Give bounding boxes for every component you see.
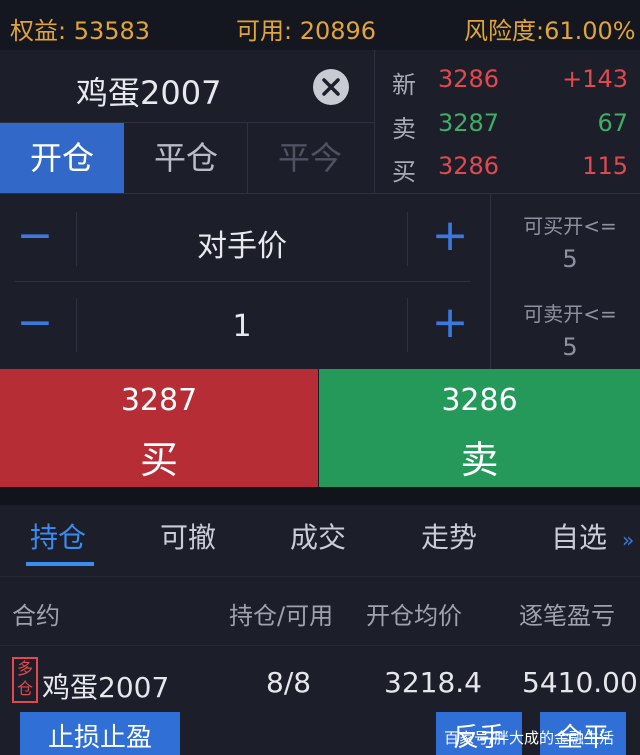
quote-price: 3287 <box>438 109 500 137</box>
risk-ratio-text: 风险度:61.00% <box>464 17 636 45</box>
divider <box>0 576 640 577</box>
row-contract[interactable]: 鸡蛋2007 <box>42 666 169 706</box>
divider <box>0 193 640 194</box>
can-buy-label: 可买开<= <box>523 214 617 238</box>
equity-text: 权益: 53583 <box>10 17 151 45</box>
divider <box>76 212 77 266</box>
tab-positions[interactable]: 持仓 <box>30 516 86 556</box>
quote-label: 买 <box>392 158 416 186</box>
quote-bid-row: 买 3286 115 <box>392 146 628 186</box>
quantity-decrease-button[interactable]: − <box>5 297 65 348</box>
long-position-badge: 多仓 <box>12 657 38 703</box>
account-summary-bar: 权益: 53583 可用: 20896 风险度:61.00% <box>0 0 640 50</box>
price-increase-button[interactable]: + <box>420 210 480 261</box>
active-tab-indicator <box>26 562 94 566</box>
tab-chart[interactable]: 走势 <box>421 516 477 556</box>
row-avg-price: 3218.4 <box>384 666 482 699</box>
buy-button[interactable]: 3287 买 <box>0 369 318 487</box>
can-sell-label: 可卖开<= <box>523 302 617 326</box>
tab-watchlist[interactable]: 自选 <box>551 516 607 556</box>
quote-price: 3286 <box>438 152 500 180</box>
watermark-text: 百家号/胖大成的金融生活 <box>444 729 615 747</box>
section-separator <box>0 487 640 505</box>
quote-last-row: 新 3286 +143 <box>392 59 628 99</box>
header-position: 持仓/可用 <box>229 602 334 630</box>
buy-label: 买 <box>139 438 178 482</box>
divider <box>0 645 640 646</box>
quote-volume: 67 <box>597 109 628 137</box>
close-icon <box>322 78 340 96</box>
divider <box>407 212 408 266</box>
quote-ask-row: 卖 3287 67 <box>392 103 628 143</box>
row-pnl: 5410.00 <box>522 666 638 699</box>
header-avg-price: 开仓均价 <box>366 602 462 630</box>
header-contract: 合约 <box>12 602 60 630</box>
more-tabs-icon[interactable]: » <box>622 528 634 552</box>
divider <box>490 194 491 369</box>
tab-close-today[interactable]: 平今 <box>248 123 372 193</box>
clear-instrument-button[interactable] <box>313 69 349 105</box>
quote-volume: 115 <box>582 152 628 180</box>
header-pnl: 逐笔盈亏 <box>519 602 615 630</box>
quote-label: 新 <box>392 71 416 99</box>
available-funds-text: 可用: 20896 <box>236 17 377 45</box>
tab-trades[interactable]: 成交 <box>290 516 346 556</box>
tab-open[interactable]: 开仓 <box>0 123 124 193</box>
quantity-increase-button[interactable]: + <box>420 297 480 348</box>
can-buy-value: 5 <box>562 245 578 273</box>
can-sell-value: 5 <box>562 333 578 361</box>
can-buy-open: 可买开<= 5 <box>500 210 640 273</box>
divider <box>76 298 77 352</box>
row-position: 8/8 <box>266 666 312 699</box>
buy-price: 3287 <box>120 383 198 418</box>
trading-screen: 权益: 53583 可用: 20896 风险度:61.00% 鸡蛋2007 开仓… <box>0 0 640 755</box>
quote-label: 卖 <box>392 115 416 143</box>
stop-loss-take-profit-button[interactable]: 止损止盈 <box>20 712 180 755</box>
sell-button[interactable]: 3286 卖 <box>319 369 640 487</box>
quote-change: +143 <box>562 65 628 93</box>
divider <box>374 50 375 193</box>
divider <box>14 281 470 282</box>
can-sell-open: 可卖开<= 5 <box>500 298 640 361</box>
price-decrease-button[interactable]: − <box>5 210 65 261</box>
tab-cancellable[interactable]: 可撤 <box>160 516 216 556</box>
tab-close[interactable]: 平仓 <box>124 123 248 193</box>
price-mode-field[interactable]: 对手价 <box>78 221 406 265</box>
quantity-field[interactable]: 1 <box>78 309 406 344</box>
sell-price: 3286 <box>441 383 518 418</box>
divider <box>407 298 408 352</box>
sell-label: 卖 <box>460 438 499 482</box>
quote-price: 3286 <box>438 65 500 93</box>
instrument-name: 鸡蛋2007 <box>76 74 222 112</box>
